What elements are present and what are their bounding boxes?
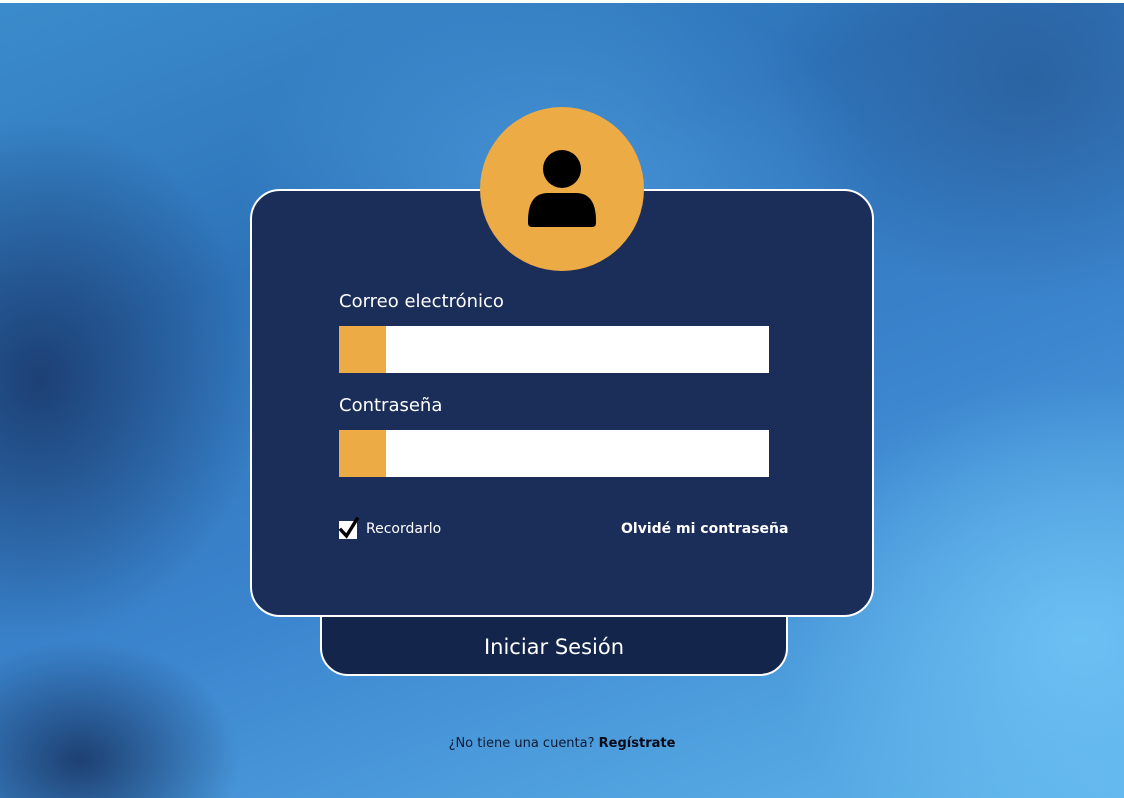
password-field[interactable] [386,430,769,477]
email-field[interactable] [386,326,769,373]
remember-me[interactable]: Recordarlo [338,516,442,541]
register-prompt: ¿No tiene una cuenta? Regístrate [0,736,1124,751]
avatar [480,107,644,271]
password-field-accent [339,430,386,477]
register-link[interactable]: Regístrate [599,736,676,751]
email-field-container [339,326,769,373]
top-strip [0,0,1124,3]
register-prompt-text: ¿No tiene una cuenta? [448,736,595,751]
remember-checkbox[interactable] [338,516,360,539]
password-label: Contraseña [339,395,443,416]
forgot-password-link[interactable]: Olvidé mi contraseña [621,521,788,537]
checkmark-icon [338,516,360,539]
remember-label: Recordarlo [366,521,442,537]
email-field-accent [339,326,386,373]
user-icon [528,150,596,227]
email-label: Correo electrónico [339,291,504,312]
password-field-container [339,430,769,477]
